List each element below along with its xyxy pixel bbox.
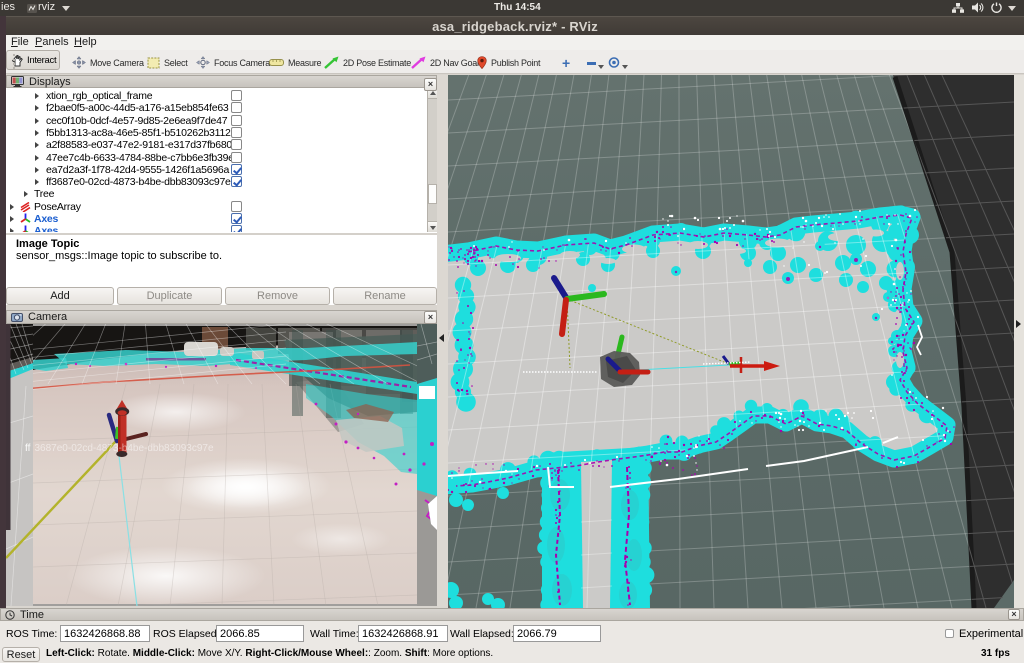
svg-text:3687e0-02cd-4873-b4be-dbb83093: 3687e0-02cd-4873-b4be-dbb83093c97e	[35, 443, 214, 454]
svg-text:ff: ff	[25, 443, 31, 454]
